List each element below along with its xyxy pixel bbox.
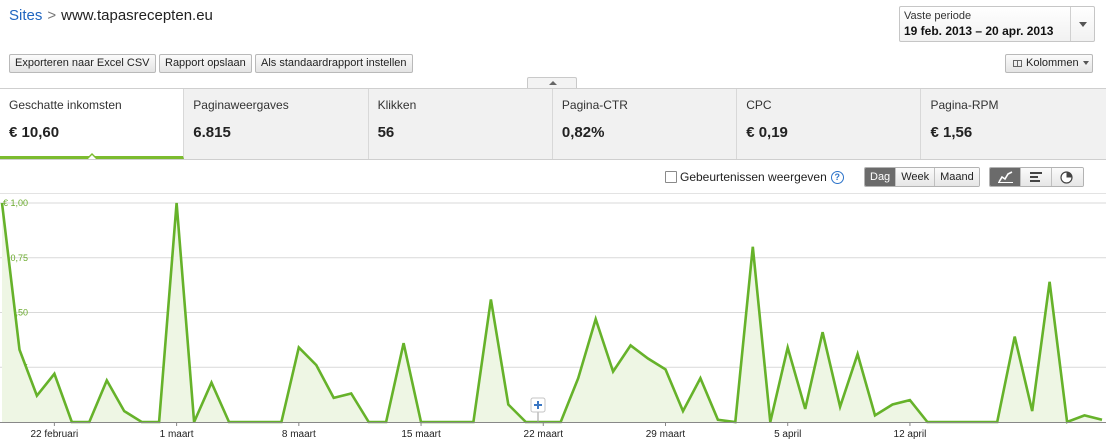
metric-label: Geschatte inkomsten [9, 98, 122, 112]
set-default-report-button[interactable]: Als standaardrapport instellen [255, 54, 413, 73]
pie-chart-button[interactable] [1052, 168, 1083, 186]
x-tick-label: 5 april [774, 429, 801, 440]
x-tick-label: 29 maart [646, 429, 686, 440]
date-range-value: 19 feb. 2013 – 20 apr. 2013 [904, 24, 1054, 38]
events-toggle: Gebeurtenissen weergeven ? [665, 170, 844, 184]
metric-value: 0,82% [561, 124, 605, 141]
line-chart-button[interactable] [990, 168, 1021, 186]
metric-page-ctr[interactable]: Pagina-CTR 0,82% [553, 89, 738, 159]
metric-clicks[interactable]: Klikken 56 [369, 89, 553, 159]
columns-button[interactable]: Kolommen [1005, 54, 1093, 73]
columns-icon [1013, 60, 1022, 67]
events-label[interactable]: Gebeurtenissen weergeven [680, 170, 827, 184]
table-chart-button[interactable] [1021, 168, 1052, 186]
breadcrumb: Sites > www.tapasrecepten.eu [9, 6, 213, 26]
line-chart-icon [998, 171, 1013, 183]
metric-label: Paginaweergaves [193, 98, 289, 112]
x-tick-label: 22 februari [30, 429, 78, 440]
chevron-down-icon[interactable] [1070, 7, 1094, 41]
metric-page-rpm[interactable]: Pagina-RPM € 1,56 [921, 89, 1105, 159]
breadcrumb-separator: > [47, 7, 57, 24]
metric-cpc[interactable]: CPC € 0,19 [737, 89, 922, 159]
metric-value: 6.815 [193, 124, 231, 141]
metric-label: Pagina-CTR [561, 98, 628, 112]
metric-page-views[interactable]: Paginaweergaves 6.815 [184, 89, 369, 159]
metric-label: CPC [746, 98, 772, 112]
metrics-row: Geschatte inkomsten € 10,60 Paginaweerga… [0, 88, 1106, 160]
metric-value: € 0,19 [746, 124, 788, 141]
x-tick-label: 12 april [894, 429, 927, 440]
date-range-picker[interactable]: Vaste periode 19 feb. 2013 – 20 apr. 201… [899, 6, 1095, 42]
events-checkbox[interactable] [665, 171, 677, 183]
granularity-day-button[interactable]: Dag [865, 168, 897, 186]
chart-type-selector [989, 167, 1084, 187]
x-tick-label: 22 maart [524, 429, 564, 440]
pie-chart-icon [1060, 171, 1073, 184]
y-tick-label: € 1,00 [3, 198, 28, 208]
metric-value: 56 [377, 124, 395, 141]
earnings-chart-svg: € 1,00€ 0,75€ 0,50€ 0,2522 februari1 maa… [0, 193, 1106, 440]
metric-estimated-earnings[interactable]: Geschatte inkomsten € 10,60 [0, 89, 185, 159]
collapse-toggle[interactable] [527, 77, 577, 88]
metric-label: Klikken [377, 98, 417, 112]
x-tick-label: 1 maart [160, 429, 194, 440]
date-range-label: Vaste periode [904, 10, 972, 22]
granularity-month-button[interactable]: Maand [935, 168, 979, 186]
metric-label: Pagina-RPM [930, 98, 999, 112]
x-tick-label: 8 maart [282, 429, 316, 440]
breadcrumb-current-site: www.tapasrecepten.eu [61, 7, 213, 24]
metric-value: € 10,60 [9, 124, 60, 141]
breadcrumb-sites-link[interactable]: Sites [9, 7, 42, 24]
earnings-chart: € 1,00€ 0,75€ 0,50€ 0,2522 februari1 maa… [0, 193, 1106, 443]
help-icon[interactable]: ? [830, 170, 844, 184]
columns-label: Kolommen [1026, 57, 1079, 69]
x-tick-label: 15 maart [401, 429, 441, 440]
chevron-down-icon [1082, 61, 1089, 65]
granularity-selector: Dag Week Maand [864, 167, 980, 187]
bar-chart-icon [1030, 172, 1042, 182]
adsense-report: Sites > www.tapasrecepten.eu Vaste periode… [0, 0, 1106, 443]
granularity-week-button[interactable]: Week [896, 168, 936, 186]
export-csv-button[interactable]: Exporteren naar Excel CSV [9, 54, 156, 73]
save-report-button[interactable]: Rapport opslaan [159, 54, 252, 73]
metric-value: € 1,56 [930, 124, 973, 141]
